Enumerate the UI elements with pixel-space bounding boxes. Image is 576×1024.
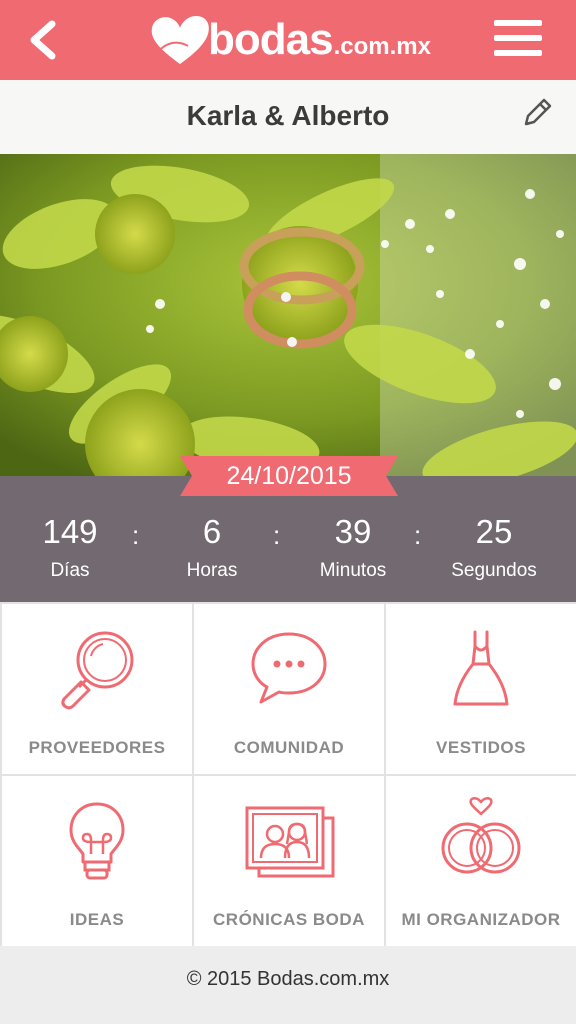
countdown-seconds: 25 Segundos [424,512,564,582]
wedding-rings-photo [0,154,576,476]
countdown-hours: 6 Horas [142,512,282,582]
tile-label: VESTIDOS [436,738,526,757]
menu-grid: PROVEEDORES COMUNIDAD VESTIDOS IDEAS CRÓ… [0,602,576,946]
tile-proveedores[interactable]: PROVEEDORES [2,604,192,774]
countdown-minutes: 39 Minutos [283,512,423,582]
footer: © 2015 Bodas.com.mx [0,946,576,1024]
countdown-separator: : [132,520,140,550]
dress-icon [453,630,509,706]
hero-photo [0,154,576,476]
minutes-value: 39 [334,513,372,550]
seconds-value: 25 [475,513,513,550]
tile-cronicas-boda[interactable]: CRÓNICAS BODA [194,776,384,946]
photo-couple-icon [245,806,335,878]
logo-text: bodas [208,15,334,64]
countdown-separator: : [414,520,422,550]
rings-heart-icon [441,797,521,874]
tile-vestidos[interactable]: VESTIDOS [386,604,576,774]
tile-label: CRÓNICAS BODA [213,910,365,929]
tile-label: COMUNIDAD [233,738,345,757]
bodas-logo[interactable]: bodas .com.mx [148,10,431,70]
pencil-icon[interactable] [520,96,554,130]
days-label: Días [50,560,90,581]
logo-domain: .com.mx [333,33,431,60]
copyright-text: © 2015 Bodas.com.mx [186,968,390,990]
magnifier-icon [61,631,134,710]
couple-names: Karla & Alberto [186,100,390,131]
hamburger-menu-icon[interactable] [494,20,542,58]
hours-label: Horas [186,560,238,581]
hours-value: 6 [202,513,222,550]
seconds-label: Segundos [451,560,537,581]
tile-label: IDEAS [69,910,125,929]
tile-ideas[interactable]: IDEAS [2,776,192,946]
wedding-date: 24/10/2015 [226,462,352,490]
heart-logo-icon [151,16,209,64]
countdown-separator: : [273,520,281,550]
chat-bubble-icon [251,632,327,704]
tile-label: PROVEEDORES [28,738,166,757]
days-value: 149 [42,513,98,550]
tile-comunidad[interactable]: COMUNIDAD [194,604,384,774]
tile-mi-organizador[interactable]: MI ORGANIZADOR [386,776,576,946]
top-bar: bodas .com.mx [0,0,576,80]
tile-label: MI ORGANIZADOR [401,910,561,929]
lightbulb-icon [69,802,125,880]
chevron-left-icon[interactable] [22,16,66,64]
countdown-days: 149 Días [0,512,140,582]
minutes-label: Minutos [319,560,387,581]
couple-name-bar: Karla & Alberto [0,80,576,154]
